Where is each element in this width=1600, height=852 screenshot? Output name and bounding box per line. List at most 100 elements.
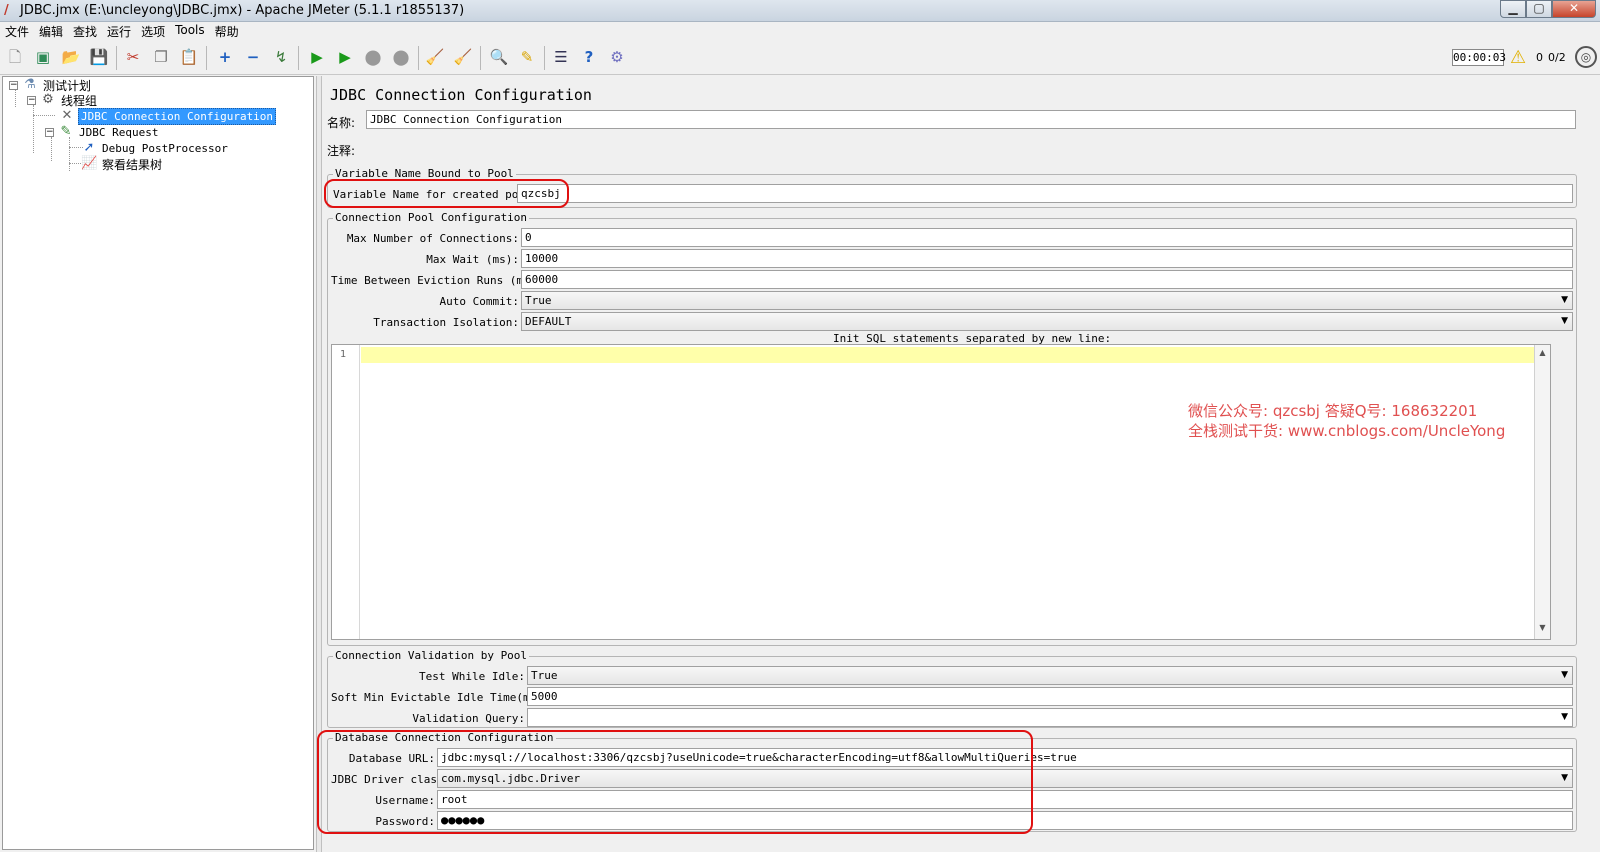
minimize-button[interactable]: ▁ xyxy=(1500,0,1526,18)
warning-icon[interactable]: ⚠ xyxy=(1510,47,1526,68)
eviction-runs-label: Time Between Eviction Runs (ms): xyxy=(331,274,543,287)
group-title: Connection Validation by Pool xyxy=(333,649,530,662)
toolbar-separator xyxy=(418,46,419,70)
test-while-idle-value: True xyxy=(531,669,558,682)
chevron-down-icon: ▼ xyxy=(1561,773,1568,783)
templates-icon[interactable]: ▣ xyxy=(32,46,54,68)
watermark-line-1: 微信公众号: qzcsbj 答疑Q号: 168632201 xyxy=(1188,402,1478,420)
cut-icon[interactable]: ✂ xyxy=(122,46,144,68)
open-icon[interactable]: 📂 xyxy=(60,46,82,68)
expand-icon[interactable]: + xyxy=(214,46,236,68)
chevron-down-icon: ▼ xyxy=(1561,670,1568,680)
new-icon[interactable]: 🗋 xyxy=(4,46,26,68)
transaction-isolation-value: DEFAULT xyxy=(525,315,572,328)
tree-connector xyxy=(51,137,52,161)
collapse-toggle[interactable]: − xyxy=(9,80,18,90)
annotation-highlight xyxy=(317,730,1033,834)
tree-node-thread-group[interactable]: − ⚙ 线程组 xyxy=(27,92,99,108)
menu-file[interactable]: 文件 xyxy=(0,22,34,40)
config-panel: JDBC Connection Configuration 名称: JDBC C… xyxy=(317,76,1600,852)
jmeter-feather-icon: / xyxy=(4,3,9,18)
maximize-button[interactable]: ▢ xyxy=(1526,0,1552,18)
copy-icon[interactable]: ❐ xyxy=(150,46,172,68)
menu-options[interactable]: 选项 xyxy=(136,22,170,40)
tree-node-label: Debug PostProcessor xyxy=(102,141,228,155)
tree-node-label: 察看结果树 xyxy=(102,157,163,172)
validation-query-label: Validation Query: xyxy=(412,712,525,725)
collapse-icon[interactable]: − xyxy=(242,46,264,68)
name-label: 名称: xyxy=(327,116,356,130)
remote-icon[interactable]: ⚙ xyxy=(606,46,628,68)
scroll-up-icon[interactable]: ▲ xyxy=(1535,348,1550,357)
clear-icon[interactable]: 🧹 xyxy=(424,46,446,68)
title-bar: / JDBC.jmx (E:\uncleyong\JDBC.jmx) - Apa… xyxy=(0,0,1600,22)
tree-connector xyxy=(33,115,55,116)
start-icon[interactable]: ▶ xyxy=(306,46,328,68)
max-connections-input[interactable]: 0 xyxy=(521,228,1573,247)
transaction-isolation-label: Transaction Isolation: xyxy=(373,316,519,329)
stop-icon[interactable]: ⬤ xyxy=(362,46,384,68)
tree-node-view-results-tree[interactable]: 📈 察看结果树 xyxy=(81,156,164,172)
sampler-icon: ✎ xyxy=(60,124,72,139)
transaction-isolation-select[interactable]: DEFAULT ▼ xyxy=(521,312,1573,331)
name-input[interactable]: JDBC Connection Configuration xyxy=(366,110,1576,129)
tree-connector xyxy=(69,137,70,171)
error-count: 0 xyxy=(1536,51,1543,64)
toolbar-separator xyxy=(544,46,545,70)
chevron-down-icon: ▼ xyxy=(1561,712,1568,722)
remote-status-icon[interactable]: ◎ xyxy=(1575,46,1597,68)
window-title: JDBC.jmx (E:\uncleyong\JDBC.jmx) - Apach… xyxy=(20,3,465,18)
max-connections-label: Max Number of Connections: xyxy=(346,232,519,245)
test-while-idle-label: Test While Idle: xyxy=(419,670,525,683)
paste-icon[interactable]: 📋 xyxy=(178,46,200,68)
validation-query-select[interactable]: ▼ xyxy=(527,708,1573,727)
collapse-toggle[interactable]: − xyxy=(27,95,36,105)
help-icon[interactable]: ? xyxy=(578,46,600,68)
thread-group-icon: ⚙ xyxy=(42,92,54,107)
test-while-idle-select[interactable]: True ▼ xyxy=(527,666,1573,685)
close-button[interactable]: ✕ xyxy=(1552,0,1596,18)
toolbar: 🗋 ▣ 📂 💾 ✂ ❐ 📋 + − ↯ ▶ ▶ ⬤ ⬤ 🧹 🧹 🔍 ✎ ☰ ? … xyxy=(0,40,1600,75)
group-title: Connection Pool Configuration xyxy=(333,211,530,224)
eviction-runs-input[interactable]: 60000 xyxy=(521,270,1573,289)
comments-label: 注释: xyxy=(327,144,356,158)
elapsed-timer: 00:00:03 xyxy=(1452,49,1506,66)
window-controls: ▁ ▢ ✕ xyxy=(1500,0,1596,18)
search-icon[interactable]: 🔍 xyxy=(488,46,510,68)
toolbar-separator xyxy=(116,46,117,70)
menu-tools[interactable]: Tools xyxy=(170,22,210,40)
shutdown-icon[interactable]: ⬤ xyxy=(390,46,412,68)
tree-node-jdbc-config[interactable]: ✕ JDBC Connection Configuration xyxy=(59,107,277,125)
soft-min-idle-input[interactable]: 5000 xyxy=(527,687,1573,706)
menu-bar: 文件 编辑 查找 运行 选项 Tools 帮助 xyxy=(0,22,1600,40)
pool-variable-input[interactable]: qzcsbj xyxy=(517,184,1573,203)
auto-commit-select[interactable]: True ▼ xyxy=(521,291,1573,310)
menu-run[interactable]: 运行 xyxy=(102,22,136,40)
menu-edit[interactable]: 编辑 xyxy=(34,22,68,40)
test-plan-tree: − ⚗ 测试计划 − ⚙ 线程组 ✕ JDBC Connection Confi… xyxy=(2,76,314,850)
clear-all-icon[interactable]: 🧹 xyxy=(452,46,474,68)
config-element-icon: ✕ xyxy=(61,108,73,123)
current-line-highlight xyxy=(361,347,1535,363)
soft-min-idle-label: Soft Min Evictable Idle Time(ms): xyxy=(331,691,550,704)
collapse-toggle[interactable]: − xyxy=(45,127,54,137)
start-no-pause-icon[interactable]: ▶ xyxy=(334,46,356,68)
auto-commit-value: True xyxy=(525,294,552,307)
menu-help[interactable]: 帮助 xyxy=(210,22,244,40)
toolbar-separator xyxy=(206,46,207,70)
panel-title: JDBC Connection Configuration xyxy=(330,86,592,104)
scroll-down-icon[interactable]: ▼ xyxy=(1535,623,1550,632)
save-icon[interactable]: 💾 xyxy=(88,46,110,68)
menu-search[interactable]: 查找 xyxy=(68,22,102,40)
max-wait-input[interactable]: 10000 xyxy=(521,249,1573,268)
line-gutter: 1 xyxy=(332,345,360,639)
comments-input[interactable] xyxy=(366,134,1576,158)
init-sql-editor[interactable]: 1 ▲ ▼ xyxy=(331,344,1551,640)
thread-count: 0/2 xyxy=(1548,51,1566,64)
reset-search-icon[interactable]: ✎ xyxy=(516,46,538,68)
toolbar-separator xyxy=(298,46,299,70)
function-helper-icon[interactable]: ☰ xyxy=(550,46,572,68)
toggle-icon[interactable]: ↯ xyxy=(270,46,292,68)
vertical-scrollbar[interactable]: ▲ ▼ xyxy=(1534,345,1550,639)
tree-node-jdbc-request[interactable]: − ✎ JDBC Request xyxy=(45,124,160,140)
